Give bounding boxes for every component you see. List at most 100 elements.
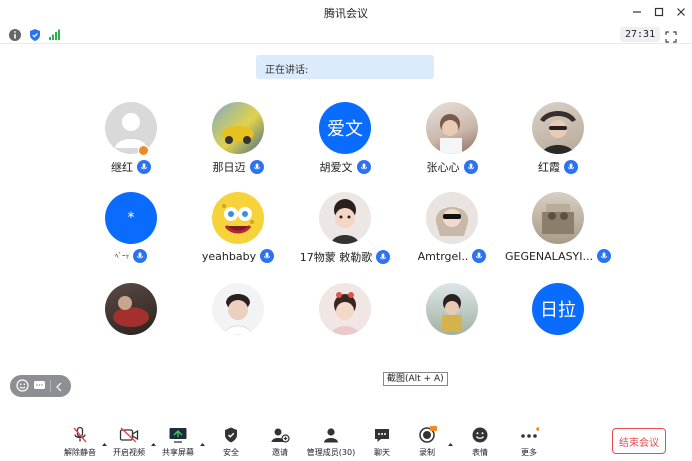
participant-name: Amtrgel.. <box>417 249 469 263</box>
mic-icon <box>376 250 391 264</box>
avatar <box>212 283 264 335</box>
emoji-icon[interactable] <box>16 377 29 396</box>
fullscreen-icon[interactable] <box>665 28 677 43</box>
camera-off-icon <box>119 425 139 445</box>
security-button[interactable]: 安全 <box>208 425 254 459</box>
mic-icon <box>472 249 487 263</box>
speaking-indicator: 正在讲话: <box>256 55 434 79</box>
start-video-label: 开启视频 <box>113 448 145 457</box>
avatar <box>426 102 478 154</box>
mic-icon <box>463 160 478 174</box>
bottom-toolbar: 解除静音 开启视频 共享屏幕 安全 邀请 管理成员(30) 聊天 录制 表情 更… <box>0 420 692 461</box>
unmute-label: 解除静音 <box>64 448 96 457</box>
reaction-button[interactable]: 表情 <box>457 425 503 459</box>
floating-reaction-bar[interactable] <box>10 375 71 397</box>
participant-tile[interactable]: 那日迈 <box>183 102 293 182</box>
chat-icon <box>372 425 392 445</box>
collapse-left-icon[interactable] <box>55 377 63 396</box>
shield-icon <box>221 425 241 445</box>
screenshot-tooltip: 截图(Alt + A) <box>383 372 448 386</box>
participant-tile[interactable] <box>290 283 400 363</box>
mic-icon <box>564 160 578 174</box>
avatar: 日拉 <box>532 283 584 335</box>
participant-name: 胡爱文 <box>319 161 353 174</box>
close-icon[interactable] <box>672 3 690 21</box>
record-label: 录制 <box>419 448 435 457</box>
participant-name: GEGENALASYI... <box>504 249 594 263</box>
share-screen-button[interactable]: 共享屏幕 <box>155 425 201 459</box>
manage-members-label: 管理成员(30) <box>306 448 356 457</box>
participant-tile[interactable]: Amtrgel.. <box>397 192 507 272</box>
speaking-label: 正在讲话: <box>265 65 309 76</box>
meeting-timer: 27:31 <box>620 27 661 42</box>
info-icon[interactable] <box>8 27 22 41</box>
chat-label: 聊天 <box>374 448 390 457</box>
signal-icon[interactable] <box>47 27 61 41</box>
avatar <box>532 192 584 244</box>
mic-icon <box>133 249 147 263</box>
title-bar: 腾讯会议 <box>0 0 692 24</box>
avatar: 爱文 <box>319 102 371 154</box>
minimize-icon[interactable] <box>628 3 646 21</box>
manage-members-button[interactable]: 管理成员(30) <box>304 425 358 459</box>
avatar <box>319 283 371 335</box>
chat-button[interactable]: 聊天 <box>359 425 405 459</box>
avatar: * <box>105 192 157 244</box>
participant-name: 继红 <box>111 161 133 174</box>
share-options-chevron-icon[interactable] <box>199 433 206 446</box>
participant-name: 张心心 <box>426 161 460 174</box>
participant-tile[interactable]: yeahbaby <box>183 192 293 272</box>
info-bar: 27:31 <box>0 24 692 44</box>
end-meeting-button[interactable]: 结束会议 <box>612 428 666 454</box>
avatar <box>319 192 371 244</box>
members-icon <box>321 425 341 445</box>
unmute-button[interactable]: 解除静音 <box>57 425 103 459</box>
participant-tile[interactable] <box>397 283 507 363</box>
host-badge-icon <box>138 145 149 156</box>
avatar <box>105 283 157 335</box>
participant-tile[interactable]: 红霞 <box>503 102 613 182</box>
mic-icon <box>356 160 371 174</box>
participant-name: 那日迈 <box>212 161 246 174</box>
participant-tile[interactable]: 日拉 <box>503 283 613 363</box>
reaction-label: 表情 <box>472 448 488 457</box>
divider <box>50 380 51 392</box>
participant-tile[interactable]: GEGENALASYI... <box>503 192 613 272</box>
avatar <box>105 102 157 154</box>
start-video-button[interactable]: 开启视频 <box>106 425 152 459</box>
participant-name: 17物蒙 敕勒歌 <box>299 251 373 264</box>
participant-tile[interactable] <box>76 283 186 363</box>
avatar-text: 爱文 <box>327 119 363 140</box>
mic-icon <box>249 160 264 174</box>
chat-bubble-icon[interactable] <box>33 377 46 396</box>
more-icon <box>519 425 539 445</box>
avatar <box>426 192 478 244</box>
record-options-chevron-icon[interactable] <box>447 433 454 446</box>
participant-tile[interactable]: 17物蒙 敕勒歌 <box>290 192 400 272</box>
participant-tile[interactable]: 继红 <box>76 102 186 182</box>
mic-icon <box>260 249 275 263</box>
invite-button[interactable]: 邀请 <box>257 425 303 459</box>
security-label: 安全 <box>223 448 239 457</box>
shield-icon[interactable] <box>28 27 42 41</box>
participant-tile[interactable]: * ﾍﾞｰｯ <box>76 192 186 272</box>
participant-tile[interactable]: 爱文 胡爱文 <box>290 102 400 182</box>
avatar <box>532 102 584 154</box>
avatar-text: * <box>127 210 135 226</box>
avatar <box>212 102 264 154</box>
add-user-icon <box>270 425 290 445</box>
maximize-icon[interactable] <box>650 3 668 21</box>
record-button[interactable]: 录制 <box>404 425 450 459</box>
avatar-text: 日拉 <box>540 300 576 321</box>
share-screen-icon <box>168 425 188 445</box>
participant-name: yeahbaby <box>201 249 257 263</box>
participant-name: 红霞 <box>538 161 560 174</box>
smiley-icon <box>470 425 490 445</box>
participant-name: ﾍﾞｰｯ <box>115 252 129 260</box>
participant-tile[interactable] <box>183 283 293 363</box>
avatar <box>212 192 264 244</box>
more-label: 更多 <box>521 448 537 457</box>
share-screen-label: 共享屏幕 <box>162 448 194 457</box>
more-button[interactable]: 更多 <box>506 425 552 459</box>
participant-tile[interactable]: 张心心 <box>397 102 507 182</box>
